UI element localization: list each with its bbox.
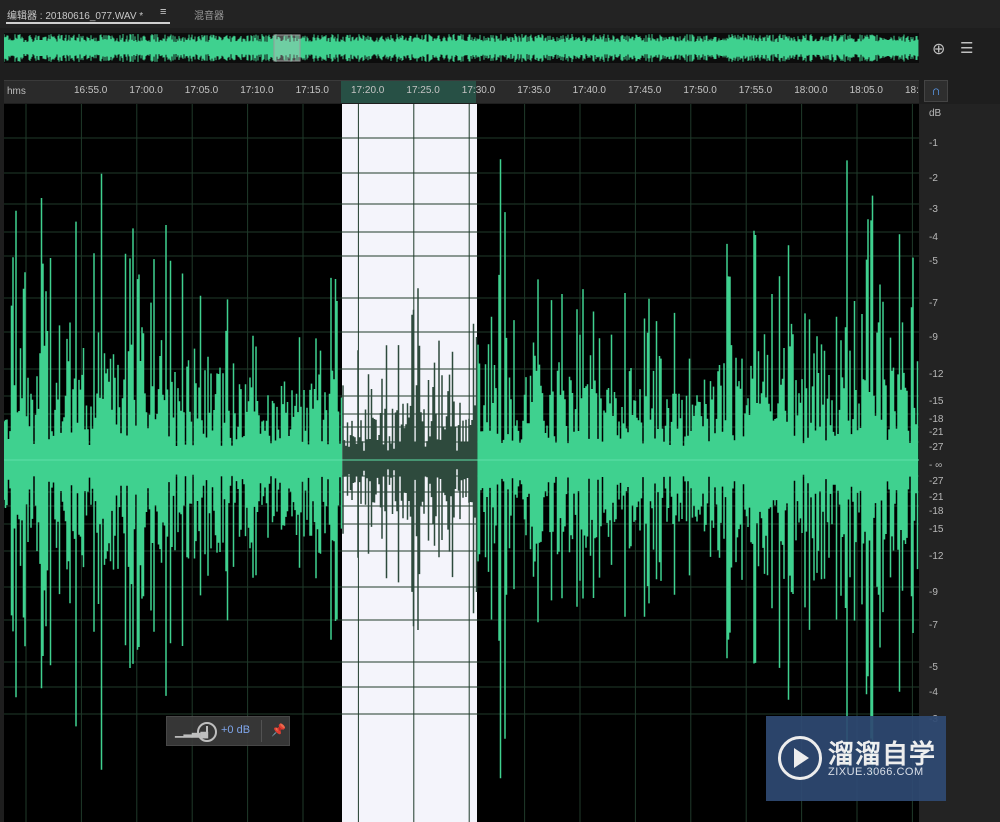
ruler-tick-label: 17:30.0: [461, 85, 496, 96]
tab-menu-icon[interactable]: ≡: [160, 6, 166, 18]
ruler-tick-label: 17:15.0: [295, 85, 329, 96]
ruler-tick-label: 17:10.0: [240, 85, 274, 96]
tab-editor[interactable]: 编辑器 : 20180616_077.WAV *: [7, 7, 143, 22]
db-scale-label: -18: [929, 414, 944, 425]
gain-knob[interactable]: [197, 722, 217, 742]
ruler-tick-label: 18:05.0: [849, 85, 883, 96]
ruler-tick-label: 17:40.0: [572, 85, 606, 96]
db-scale-label: -15: [929, 524, 944, 535]
overview-viewport-handle: [273, 34, 301, 62]
tab-bar: 编辑器 : 20180616_077.WAV * ≡ 混音器: [0, 0, 1000, 28]
zoom-icon[interactable]: ⊕: [932, 39, 945, 59]
db-scale-label: -4: [929, 687, 938, 698]
db-scale-label: -3: [929, 204, 938, 215]
ruler-tick-label: 17:35.0: [517, 85, 551, 96]
ruler-tick-label: 17:05.0: [184, 85, 219, 96]
ruler-unit-label: hms: [7, 86, 26, 97]
tab-mixer[interactable]: 混音器: [194, 7, 224, 22]
ruler-tick-label: 18:00.0: [794, 85, 828, 96]
hud-divider: [261, 720, 262, 742]
db-scale-label: - ∞: [929, 460, 943, 471]
watermark-url: ZIXUE.3066.COM: [828, 766, 924, 778]
ruler-tick-label: 16:55.0: [74, 85, 108, 96]
db-scale-label: -18: [929, 506, 944, 517]
db-scale-label: -9: [929, 587, 938, 598]
watermark: 溜溜自学 ZIXUE.3066.COM: [766, 716, 946, 801]
ruler-tick-label: 17:20.0: [351, 85, 385, 96]
db-scale-label: -27: [929, 442, 944, 453]
overview-waveform[interactable]: [4, 33, 919, 63]
time-ruler[interactable]: hms 16:55.0 17:00.0 17:05.0 17:10.0 17:15.0 1…: [4, 80, 919, 103]
overview-wave-path: [4, 34, 919, 62]
pin-icon[interactable]: 📌: [271, 723, 286, 737]
db-scale-label: -5: [929, 662, 938, 673]
ruler-tick-label: 17:45.0: [628, 85, 662, 96]
watermark-logo-icon: [778, 736, 822, 780]
db-scale-label: -2: [929, 173, 938, 184]
ruler-tick-label: 17:55.0: [738, 85, 773, 96]
snap-icon[interactable]: ∩: [924, 80, 948, 102]
ruler-tick-label: 17:00.0: [129, 85, 163, 96]
db-scale-label: -1: [929, 138, 938, 149]
db-scale-label: -27: [929, 476, 944, 487]
db-scale-label: -7: [929, 620, 938, 631]
ruler-tick-label: 17:25.0: [406, 85, 440, 96]
db-scale-label: -21: [929, 427, 944, 438]
active-tab-underline: [6, 22, 170, 24]
list-icon[interactable]: ☰: [960, 39, 973, 57]
waveform-editor[interactable]: [4, 104, 919, 822]
db-scale: dB -1 -2 -3 -4 -5 -7 -9 -12 -15 -18 -21 -27 - ∞ -27 -21…: [919, 104, 1000, 822]
db-scale-label: -12: [929, 551, 944, 562]
db-scale-label: -9: [929, 332, 938, 343]
db-scale-label: dB: [929, 108, 942, 119]
db-scale-label: -21: [929, 492, 944, 503]
gain-hud[interactable]: ▁▂▃▄ +0 dB 📌: [166, 716, 290, 746]
db-scale-label: -15: [929, 396, 944, 407]
db-scale-label: -12: [929, 369, 944, 380]
db-scale-label: -4: [929, 232, 938, 243]
waveform-svg: [4, 104, 919, 822]
db-scale-label: -7: [929, 298, 938, 309]
gain-value[interactable]: +0 dB: [221, 724, 250, 736]
overview-wave-svg: [4, 34, 919, 62]
ruler-tick-label: 17:50.0: [683, 85, 717, 96]
ruler-tick-label: 18:: [905, 85, 919, 96]
db-scale-label: -5: [929, 256, 938, 267]
